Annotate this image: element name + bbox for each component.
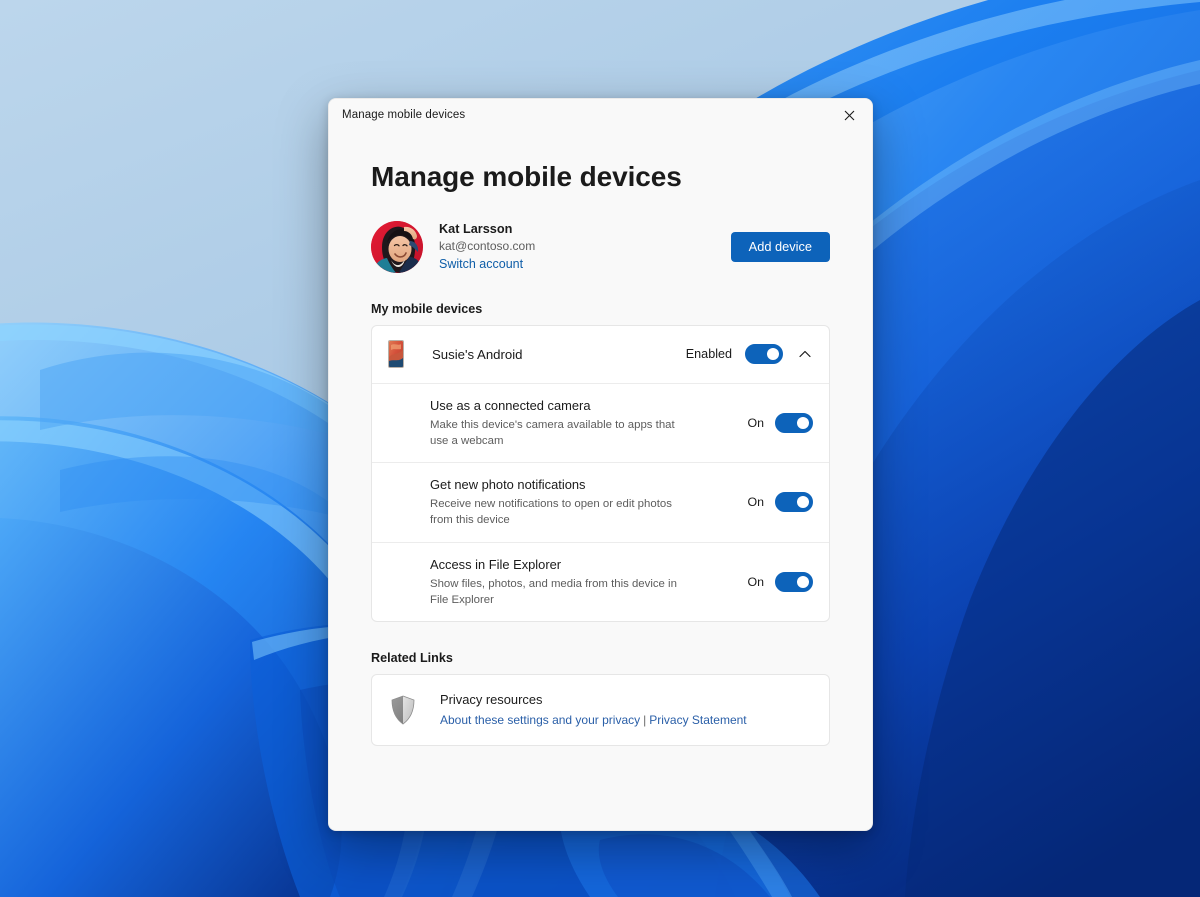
toggle-knob [797, 496, 809, 509]
phone-thumbnail-icon [388, 340, 404, 369]
switch-account-link[interactable]: Switch account [439, 255, 523, 273]
setting-title: Use as a connected camera [430, 397, 591, 413]
account-row: Kat Larsson kat@contoso.com Switch accou… [371, 220, 830, 273]
setting-title: Access in File Explorer [430, 556, 562, 572]
dialog-titlebar: Manage mobile devices [329, 99, 872, 131]
related-links-heading: Related Links [371, 650, 453, 665]
account-name: Kat Larsson [439, 221, 513, 236]
setting-row: Access in File Explorer Show files, phot… [372, 541, 829, 621]
connected-camera-toggle[interactable] [775, 412, 813, 433]
privacy-title: Privacy resources [440, 691, 543, 707]
setting-state-label: On [747, 415, 764, 430]
window-title: Manage mobile devices [342, 109, 466, 121]
privacy-settings-link[interactable]: About these settings and your privacy [440, 713, 640, 727]
user-avatar-photo-icon [371, 220, 423, 273]
my-mobile-devices-heading: My mobile devices [371, 301, 483, 316]
toggle-knob [797, 575, 809, 588]
device-header-row[interactable]: Susie's Android Enabled [372, 326, 829, 383]
privacy-statement-link[interactable]: Privacy Statement [649, 713, 746, 727]
toggle-knob [797, 416, 809, 429]
chevron-up-icon [799, 351, 811, 358]
shield-icon [391, 695, 415, 725]
setting-texts: Get new photo notifications Receive new … [430, 476, 747, 528]
phone-wallpaper-art [389, 341, 403, 368]
privacy-texts: Privacy resources About these settings a… [440, 691, 747, 729]
setting-row: Get new photo notifications Receive new … [372, 462, 829, 541]
page-title: Manage mobile devices [371, 161, 682, 192]
device-name: Susie's Android [432, 346, 523, 362]
setting-state-label: On [747, 495, 764, 510]
link-separator: | [643, 712, 647, 727]
setting-description: Receive new notifications to open or edi… [430, 498, 672, 527]
setting-state-label: On [747, 574, 764, 589]
setting-description: Make this device's camera available to a… [430, 418, 675, 447]
account-email: kat@contoso.com [439, 238, 536, 253]
setting-texts: Use as a connected camera Make this devi… [430, 397, 747, 449]
device-state-label: Enabled [685, 347, 732, 362]
setting-texts: Access in File Explorer Show files, phot… [430, 556, 747, 608]
privacy-resources-card: Privacy resources About these settings a… [371, 673, 830, 746]
setting-row: Use as a connected camera Make this devi… [372, 382, 829, 462]
add-device-button[interactable]: Add device [730, 231, 830, 262]
close-icon [844, 110, 854, 120]
avatar [371, 220, 423, 273]
close-button[interactable] [826, 99, 872, 131]
setting-title: Get new photo notifications [430, 477, 586, 493]
device-card: Susie's Android Enabled Use as a connect… [371, 324, 830, 622]
photo-notifications-toggle[interactable] [775, 492, 813, 513]
manage-mobile-devices-dialog: Manage mobile devices Manage mobile devi… [328, 98, 873, 831]
expand-collapse-button[interactable] [797, 346, 813, 362]
setting-description: Show files, photos, and media from this … [430, 577, 677, 606]
device-enabled-toggle[interactable] [745, 344, 783, 365]
privacy-links: About these settings and your privacy | Pr… [440, 711, 747, 729]
desktop-background: Manage mobile devices Manage mobile devi… [0, 0, 1200, 897]
account-info: Kat Larsson kat@contoso.com Switch accou… [439, 221, 731, 273]
toggle-knob [767, 348, 779, 361]
file-explorer-access-toggle[interactable] [775, 571, 813, 592]
dialog-content: Manage mobile devices Kat Larsson kat@co… [329, 160, 872, 746]
